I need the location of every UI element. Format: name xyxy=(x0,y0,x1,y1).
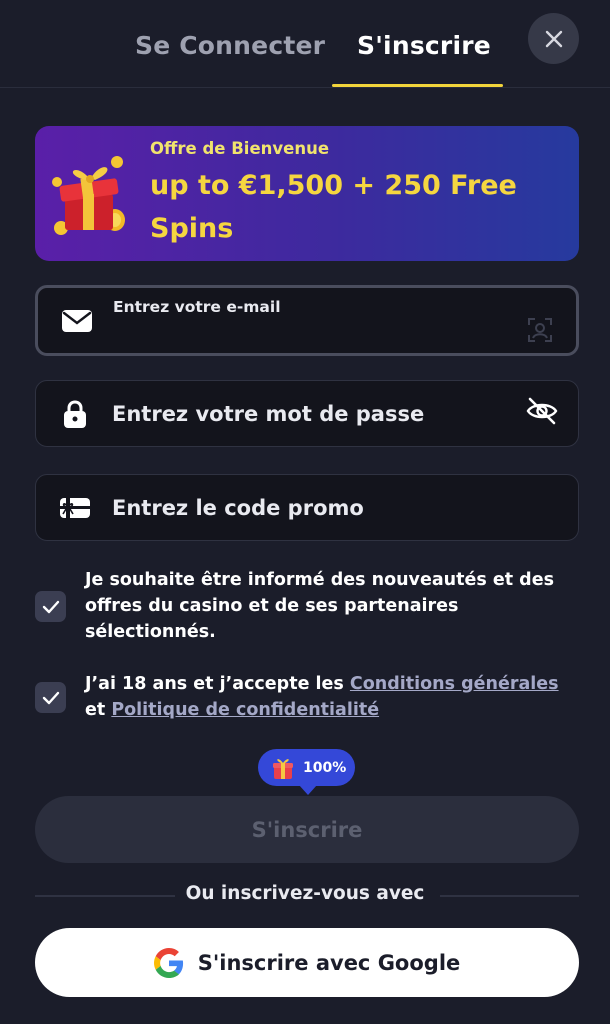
active-tab-indicator xyxy=(332,84,503,87)
email-field[interactable]: Entrez votre e-mail xyxy=(35,285,579,356)
tab-register[interactable]: S'inscrire xyxy=(357,26,491,66)
promo-placeholder: Entrez le code promo xyxy=(112,495,364,520)
eye-off-icon[interactable] xyxy=(524,394,560,428)
google-icon xyxy=(153,947,183,978)
divider-text: Ou inscrivez-vous avec xyxy=(185,883,425,904)
privacy-link[interactable]: Politique de confidentialité xyxy=(111,700,379,720)
envelope-icon xyxy=(60,306,94,336)
register-submit-button[interactable]: S'inscrire xyxy=(35,796,579,863)
gift-box-icon xyxy=(52,156,125,235)
gift-icon xyxy=(273,758,293,779)
checkmark-icon xyxy=(42,691,59,704)
newsletter-consent: Je souhaite être informé des nouveautés … xyxy=(35,567,580,647)
close-icon xyxy=(545,30,562,47)
terms-consent-text: J’ai 18 ans et j’accepte les Conditions … xyxy=(85,671,580,723)
lock-icon xyxy=(58,399,92,429)
gift-card-icon xyxy=(58,493,92,523)
terms-consent: J’ai 18 ans et j’accepte les Conditions … xyxy=(35,671,580,727)
tab-login[interactable]: Se Connecter xyxy=(135,26,325,66)
terms-prefix: J’ai 18 ans et j’accepte les xyxy=(85,674,350,694)
auth-tabs: Se Connecter S'inscrire xyxy=(0,0,610,88)
welcome-offer-banner: Offre de Bienvenue up to €1,500 + 250 Fr… xyxy=(35,126,579,261)
terms-middle: et xyxy=(85,700,112,720)
terms-checkbox[interactable] xyxy=(35,682,66,713)
newsletter-consent-text: Je souhaite être informé des nouveautés … xyxy=(85,570,554,642)
banner-subtitle: Offre de Bienvenue xyxy=(150,139,330,158)
autofill-icon[interactable] xyxy=(522,313,558,347)
email-field-label: Entrez votre e-mail xyxy=(113,298,281,316)
bonus-percent: 100% xyxy=(303,759,347,776)
bonus-badge: 100% xyxy=(258,749,355,795)
banner-title: up to €1,500 + 250 Free Spins xyxy=(150,170,517,244)
promo-code-field[interactable]: Entrez le code promo xyxy=(35,474,579,541)
newsletter-checkbox[interactable] xyxy=(35,591,66,622)
close-button[interactable] xyxy=(528,13,579,64)
google-signup-button[interactable]: S'inscrire avec Google xyxy=(35,928,579,997)
password-field[interactable]: Entrez votre mot de passe xyxy=(35,380,579,447)
register-modal: Se Connecter S'inscrire Offre de Bienven… xyxy=(0,0,610,1024)
terms-link[interactable]: Conditions générales xyxy=(350,674,559,694)
password-placeholder: Entrez votre mot de passe xyxy=(112,401,425,426)
google-signup-label: S'inscrire avec Google xyxy=(197,950,461,975)
checkmark-icon xyxy=(42,600,59,613)
